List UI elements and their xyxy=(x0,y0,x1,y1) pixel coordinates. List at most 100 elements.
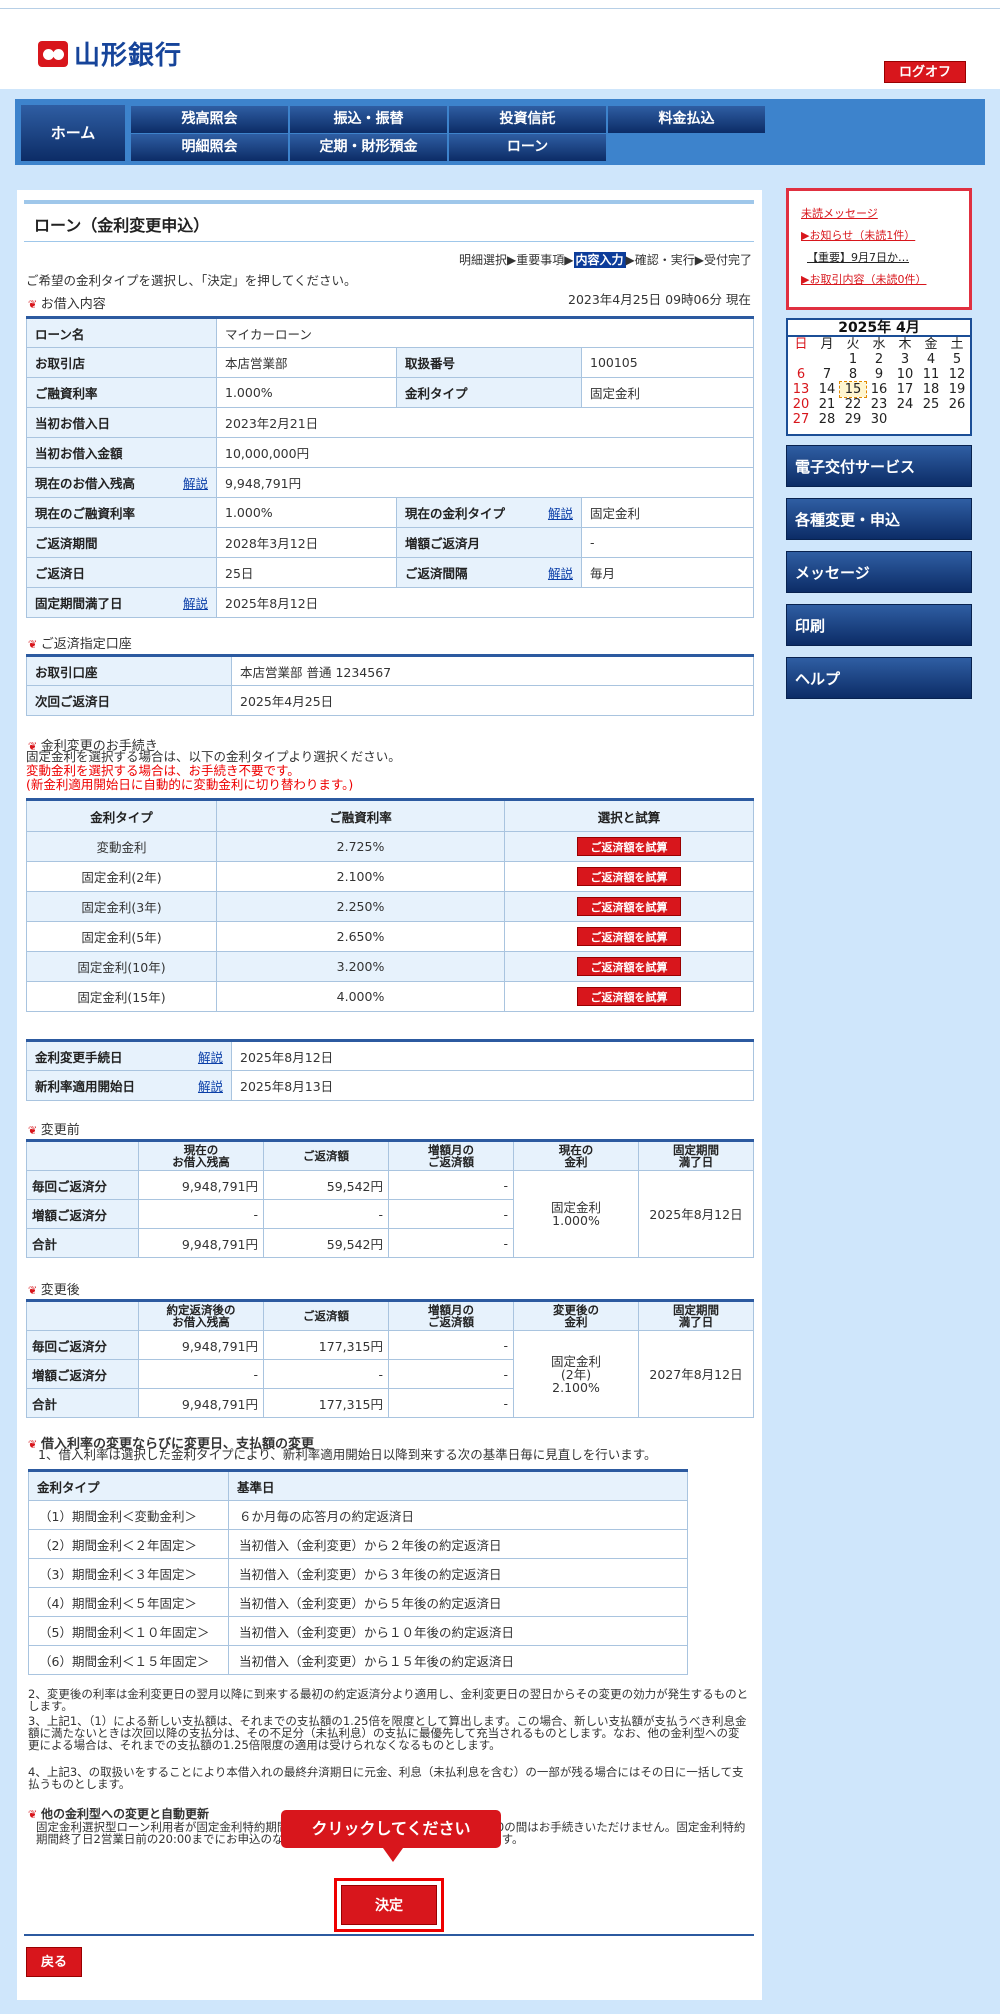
message-button[interactable]: メッセージ xyxy=(786,551,972,593)
row-label: 合計 xyxy=(26,1228,139,1258)
table-row: ご返済期間 2028年3月12日 増額ご返済月 - xyxy=(26,527,754,558)
calc-button-15y[interactable]: ご返済額を試算 xyxy=(577,987,681,1006)
account-value: 本店営業部 普通 1234567 xyxy=(231,655,754,686)
day: 4 xyxy=(926,352,936,367)
step-indicator: 明細選択▶重要事項▶ 内容入力 ▶確認・実行▶受付完了 xyxy=(459,251,752,268)
table-row: （2）期間金利＜２年固定＞ 当初借入（金利変更）から２年後の約定返済日 xyxy=(28,1529,688,1559)
calendar-week: 20 21 22 23 24 25 26 xyxy=(788,397,970,412)
table-row: ご融資利率 1.000% 金利タイプ 固定金利 xyxy=(26,377,754,408)
day: 24 xyxy=(896,397,914,412)
balance: 9,948,791円 xyxy=(138,1170,264,1200)
nav-loan[interactable]: ローン xyxy=(449,134,606,161)
day: 5 xyxy=(952,352,962,367)
nav-deposit[interactable]: 定期・財形預金 xyxy=(290,134,447,161)
rules-note-3: 3、上記1、（1）による新しい支払額は、それまでの支払額の1.25倍を限度として… xyxy=(28,1714,747,1752)
table-header: 金利タイプ ご融資利率 選択と試算 xyxy=(26,799,754,832)
nav-statement[interactable]: 明細照会 xyxy=(131,134,288,161)
calc-button-10y[interactable]: ご返済額を試算 xyxy=(577,957,681,976)
rate-type: 変動金利 xyxy=(26,831,217,862)
help-button[interactable]: ヘルプ xyxy=(786,657,972,699)
explain-link[interactable]: 解説 xyxy=(548,503,573,522)
rate-type: （1）期間金利＜変動金利＞ xyxy=(28,1500,229,1530)
weekday: 日 xyxy=(794,337,808,352)
day: 13 xyxy=(792,382,810,397)
page-title: ローン（金利変更申込） xyxy=(24,200,754,242)
row-label: 増額ご返済分 xyxy=(26,1359,139,1389)
label: 当初お借入日 xyxy=(26,407,217,438)
back-button[interactable]: 戻る xyxy=(26,1947,82,1977)
calc-button-floating[interactable]: ご返済額を試算 xyxy=(577,837,681,856)
table-row: 固定金利(5年) 2.650% ご返済額を試算 xyxy=(26,921,754,952)
label-with-help: 現在のお借入残高 解説 xyxy=(26,467,217,498)
procedure-line3: (新金利適用開始日に自動的に変動金利に切り替わります。) xyxy=(26,777,354,792)
explain-link[interactable]: 解説 xyxy=(198,1047,223,1066)
explain-link[interactable]: 解説 xyxy=(183,593,208,612)
bank-logo[interactable]: 山形銀行 xyxy=(38,35,182,72)
fixed-end: 2027年8月12日 xyxy=(638,1330,754,1418)
calc-cell: ご返済額を試算 xyxy=(504,951,754,982)
table-row: 次回ご返済日 2025年4月25日 xyxy=(26,685,754,716)
timestamp: 2023年4月25日 09時06分 現在 xyxy=(568,292,751,307)
explain-link[interactable]: 解説 xyxy=(183,473,208,492)
changes-button[interactable]: 各種変更・申込 xyxy=(786,498,972,540)
table-row: 当初お借入金額 10,000,000円 xyxy=(26,437,754,468)
rate-type: 固定金利(3年) xyxy=(26,891,217,922)
print-button[interactable]: 印刷 xyxy=(786,604,972,646)
table-row: （6）期間金利＜１５年固定＞ 当初借入（金利変更）から１５年後の約定返済日 xyxy=(28,1645,688,1675)
weekday: 水 xyxy=(872,337,886,352)
section-after-heading: 変更後 xyxy=(28,1279,80,1298)
payment: 177,315円 xyxy=(263,1330,389,1360)
header-cell: 現在の お借入残高 xyxy=(138,1140,264,1171)
calc-button-5y[interactable]: ご返済額を試算 xyxy=(577,927,681,946)
notice-link[interactable]: ▶お知らせ（未読1件） xyxy=(801,225,957,247)
decide-button[interactable]: 決定 xyxy=(341,1885,437,1925)
calc-cell: ご返済額を試算 xyxy=(504,831,754,862)
rate-value: 3.200% xyxy=(216,951,505,982)
label: お取引口座 xyxy=(26,655,232,686)
bottom-divider xyxy=(24,1934,754,1936)
trade-link[interactable]: ▶お取引内容（未読0件） xyxy=(801,269,957,291)
day: 27 xyxy=(792,412,810,427)
important-link[interactable]: 【重要】9月7日か… xyxy=(801,247,957,269)
label-with-help: ご返済間隔 解説 xyxy=(396,557,582,588)
e-delivery-button[interactable]: 電子交付サービス xyxy=(786,445,972,487)
base-date: 当初借入（金利変更）から３年後の約定返済日 xyxy=(228,1558,688,1588)
explain-link[interactable]: 解説 xyxy=(548,563,573,582)
header-cell xyxy=(26,1140,139,1171)
logoff-button[interactable]: ログオフ xyxy=(884,61,966,83)
table-row: 毎回ご返済分 9,948,791円 177,315円 - 固定金利 (2年) 2.100… xyxy=(26,1330,754,1418)
next-date: 2025年4月25日 xyxy=(231,685,754,716)
calc-button-3y[interactable]: ご返済額を試算 xyxy=(577,897,681,916)
nav-home[interactable]: ホーム xyxy=(21,105,125,161)
table-header: 現在の お借入残高 ご返済額 増額月の ご返済額 現在の 金利 固定期間 満了日 xyxy=(26,1140,754,1171)
nav-fund[interactable]: 投資信託 xyxy=(449,106,606,133)
day: 9 xyxy=(874,367,884,382)
fixed-end: 2025年8月12日 xyxy=(216,587,754,618)
nav-payment[interactable]: 料金払込 xyxy=(608,106,765,133)
bonus-month: - xyxy=(581,527,754,558)
day: 20 xyxy=(792,397,810,412)
unread-title[interactable]: 未読メッセージ xyxy=(801,203,957,225)
explain-link[interactable]: 解説 xyxy=(198,1076,223,1095)
table-row: 固定金利(3年) 2.250% ご返済額を試算 xyxy=(26,891,754,922)
balance: 9,948,791円 xyxy=(138,1330,264,1360)
interval: 毎月 xyxy=(581,557,754,588)
day: 30 xyxy=(870,412,888,427)
row-label: 毎回ご返済分 xyxy=(26,1330,139,1360)
rate-value: 2.100% xyxy=(216,861,505,892)
step-current: 内容入力 xyxy=(573,252,626,268)
account-table: お取引口座 本店営業部 普通 1234567 次回ご返済日 2025年4月25日 xyxy=(26,654,754,716)
nav-balance[interactable]: 残高照会 xyxy=(131,106,288,133)
calc-cell: ご返済額を試算 xyxy=(504,981,754,1012)
header-cell: 増額月の ご返済額 xyxy=(388,1140,514,1171)
header-cell: 増額月の ご返済額 xyxy=(388,1300,514,1331)
calc-button-2y[interactable]: ご返済額を試算 xyxy=(577,867,681,886)
nav-transfer[interactable]: 振込・振替 xyxy=(290,106,447,133)
row-label: 毎回ご返済分 xyxy=(26,1170,139,1200)
table-row: 金利変更手続日 解説 2025年8月12日 xyxy=(26,1040,754,1071)
table-row: 現在のご融資利率 1.000% 現在の金利タイプ 解説 固定金利 xyxy=(26,497,754,528)
rate-value: 2.650% xyxy=(216,921,505,952)
base-date: ６か月毎の応答月の約定返済日 xyxy=(228,1500,688,1530)
after-table: 約定返済後の お借入残高 ご返済額 増額月の ご返済額 変更後の 金利 固定期間 満了日… xyxy=(26,1299,754,1418)
day: 16 xyxy=(870,382,888,397)
